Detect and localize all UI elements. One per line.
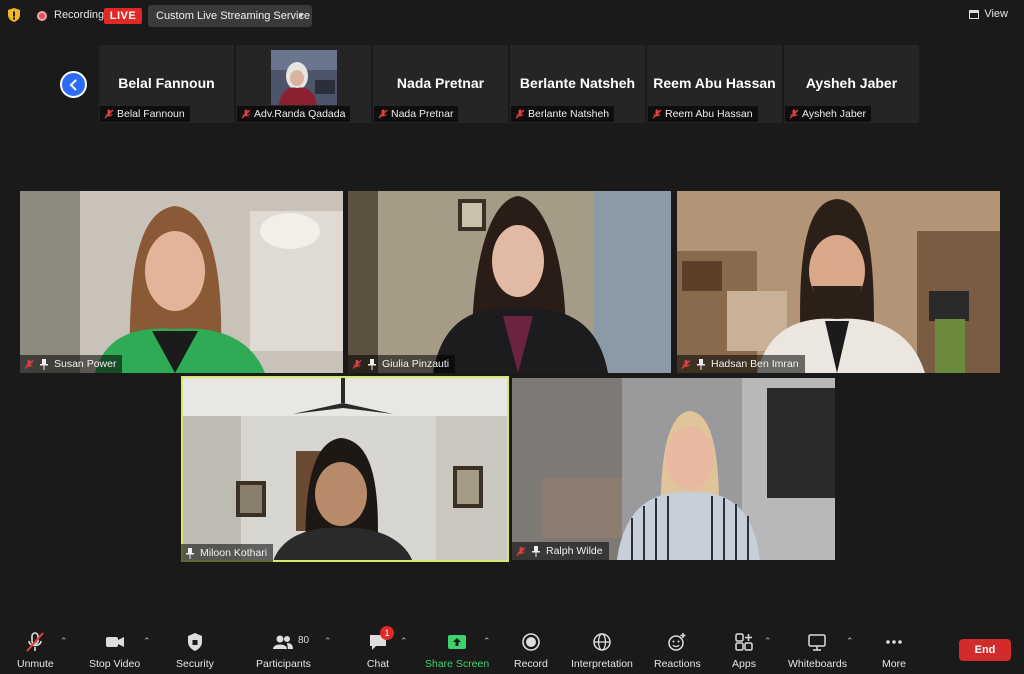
view-button[interactable]: View [969, 8, 1008, 20]
participant-video [512, 378, 835, 560]
record-button[interactable]: Record [514, 630, 548, 670]
thumbnail-participant[interactable]: Reem Abu Hassan Reem Abu Hassan [647, 45, 782, 123]
view-grid-icon [969, 9, 980, 19]
meeting-toolbar: Unmute ⌃ Stop Video ⌃ Security Participa… [0, 624, 1024, 674]
more-button[interactable]: More [881, 630, 907, 670]
record-icon [522, 633, 540, 651]
video-tile[interactable]: Susan Power [20, 191, 343, 373]
participant-video [20, 191, 343, 373]
chat-options-chevron-icon[interactable]: ⌃ [400, 636, 408, 647]
thumbnail-name-label: Nada Pretnar [374, 106, 459, 122]
interpretation-button[interactable]: Interpretation [571, 630, 633, 670]
thumbnail-display-name: Aysheh Jaber [805, 75, 898, 91]
participant-name-tag: Miloon Kothari [181, 544, 274, 562]
whiteboards-options-chevron-icon[interactable]: ⌃ [846, 636, 854, 647]
thumbnail-display-name: Belal Fannoun [118, 75, 215, 91]
video-tile[interactable]: Ralph Wilde [512, 378, 835, 560]
participants-options-chevron-icon[interactable]: ⌃ [324, 636, 332, 647]
mic-muted-icon [516, 546, 526, 556]
thumbnail-participant[interactable]: Adv.Randa Qadada [236, 45, 371, 123]
chat-unread-badge: 1 [380, 626, 394, 640]
thumbnail-name-label: Reem Abu Hassan [648, 106, 758, 122]
view-label: View [984, 8, 1008, 20]
participant-name-tag: Hadsan Ben Imran [677, 355, 805, 373]
whiteboards-button[interactable]: Whiteboards [788, 630, 847, 670]
video-tile-active-speaker[interactable]: Miloon Kothari [181, 376, 509, 562]
stream-service-dropdown[interactable]: Custom Live Streaming Service ▼ [148, 5, 312, 27]
participant-video-thumbnail [271, 50, 337, 105]
apps-options-chevron-icon[interactable]: ⌃ [764, 636, 772, 647]
mic-muted-icon [104, 109, 114, 119]
share-options-chevron-icon[interactable]: ⌃ [483, 636, 491, 647]
participant-name-tag: Giulia Pinzauti [348, 355, 456, 373]
pin-icon [532, 545, 540, 557]
apps-button[interactable]: Apps [731, 630, 757, 670]
video-camera-icon [105, 637, 124, 647]
recording-indicator-icon [37, 11, 47, 21]
security-button[interactable]: Security [176, 630, 214, 670]
mic-muted-icon [681, 359, 691, 369]
shield-icon [187, 633, 202, 651]
participant-name-tag: Susan Power [20, 355, 123, 373]
mic-muted-icon [352, 359, 362, 369]
thumbnail-participant[interactable]: Aysheh Jaber Aysheh Jaber [784, 45, 919, 123]
participant-video [181, 376, 509, 562]
video-tile[interactable]: Giulia Pinzauti [348, 191, 671, 373]
thumbnail-name-label: Aysheh Jaber [785, 106, 872, 122]
thumbnail-participant[interactable]: Nada Pretnar Nada Pretnar [373, 45, 508, 123]
chevron-down-icon: ▼ [297, 11, 305, 20]
mic-muted-icon [652, 109, 662, 119]
security-shield-icon[interactable] [8, 8, 20, 22]
thumbnail-name-label: Belal Fannoun [100, 106, 190, 122]
mic-muted-icon [378, 109, 388, 119]
video-options-chevron-icon[interactable]: ⌃ [143, 636, 151, 647]
thumbnail-name-label: Berlante Natsheh [511, 106, 615, 122]
thumbnail-display-name: Reem Abu Hassan [653, 75, 776, 91]
video-tile[interactable]: Hadsan Ben Imran [677, 191, 1000, 373]
pin-icon [186, 547, 194, 559]
participant-name-tag: Ralph Wilde [512, 542, 609, 560]
mic-muted-icon [789, 109, 799, 119]
recording-label: Recording [54, 9, 105, 21]
stop-video-button[interactable]: Stop Video [89, 630, 140, 670]
mic-muted-icon [241, 109, 251, 119]
thumbnail-display-name: Berlante Natsheh [519, 75, 636, 91]
thumbnail-participant[interactable]: Belal Fannoun Belal Fannoun [99, 45, 234, 123]
top-bar: Recording LIVE Custom Live Streaming Ser… [0, 0, 1024, 32]
participants-count: 80 [298, 635, 310, 646]
reactions-button[interactable]: Reactions [654, 630, 701, 670]
chat-button[interactable]: 1 Chat [365, 626, 394, 670]
mic-muted-icon [26, 632, 45, 652]
strip-previous-button[interactable] [60, 71, 87, 98]
stream-service-label: Custom Live Streaming Service [156, 10, 311, 22]
globe-icon [593, 633, 611, 651]
mic-muted-icon [515, 109, 525, 119]
chevron-left-icon [69, 78, 77, 91]
smiley-plus-icon [668, 633, 686, 651]
participant-video [348, 191, 671, 373]
end-meeting-button[interactable]: End [959, 639, 1011, 661]
whiteboard-icon [808, 634, 827, 651]
apps-icon [735, 633, 753, 651]
unmute-button[interactable]: Unmute [17, 630, 54, 670]
more-dots-icon [886, 640, 902, 644]
thumbnail-participant[interactable]: Berlante Natsheh Berlante Natsheh [510, 45, 645, 123]
share-screen-icon [448, 635, 467, 649]
mic-muted-icon [24, 359, 34, 369]
live-badge[interactable]: LIVE [104, 8, 142, 24]
thumbnail-display-name: Nada Pretnar [396, 75, 485, 91]
pin-icon [368, 358, 376, 370]
participant-video [677, 191, 1000, 373]
thumbnail-name-label: Adv.Randa Qadada [237, 106, 351, 122]
share-screen-button[interactable]: Share Screen [425, 630, 489, 670]
pin-icon [697, 358, 705, 370]
participants-icon [273, 635, 294, 649]
unmute-options-chevron-icon[interactable]: ⌃ [60, 636, 68, 647]
pin-icon [40, 358, 48, 370]
